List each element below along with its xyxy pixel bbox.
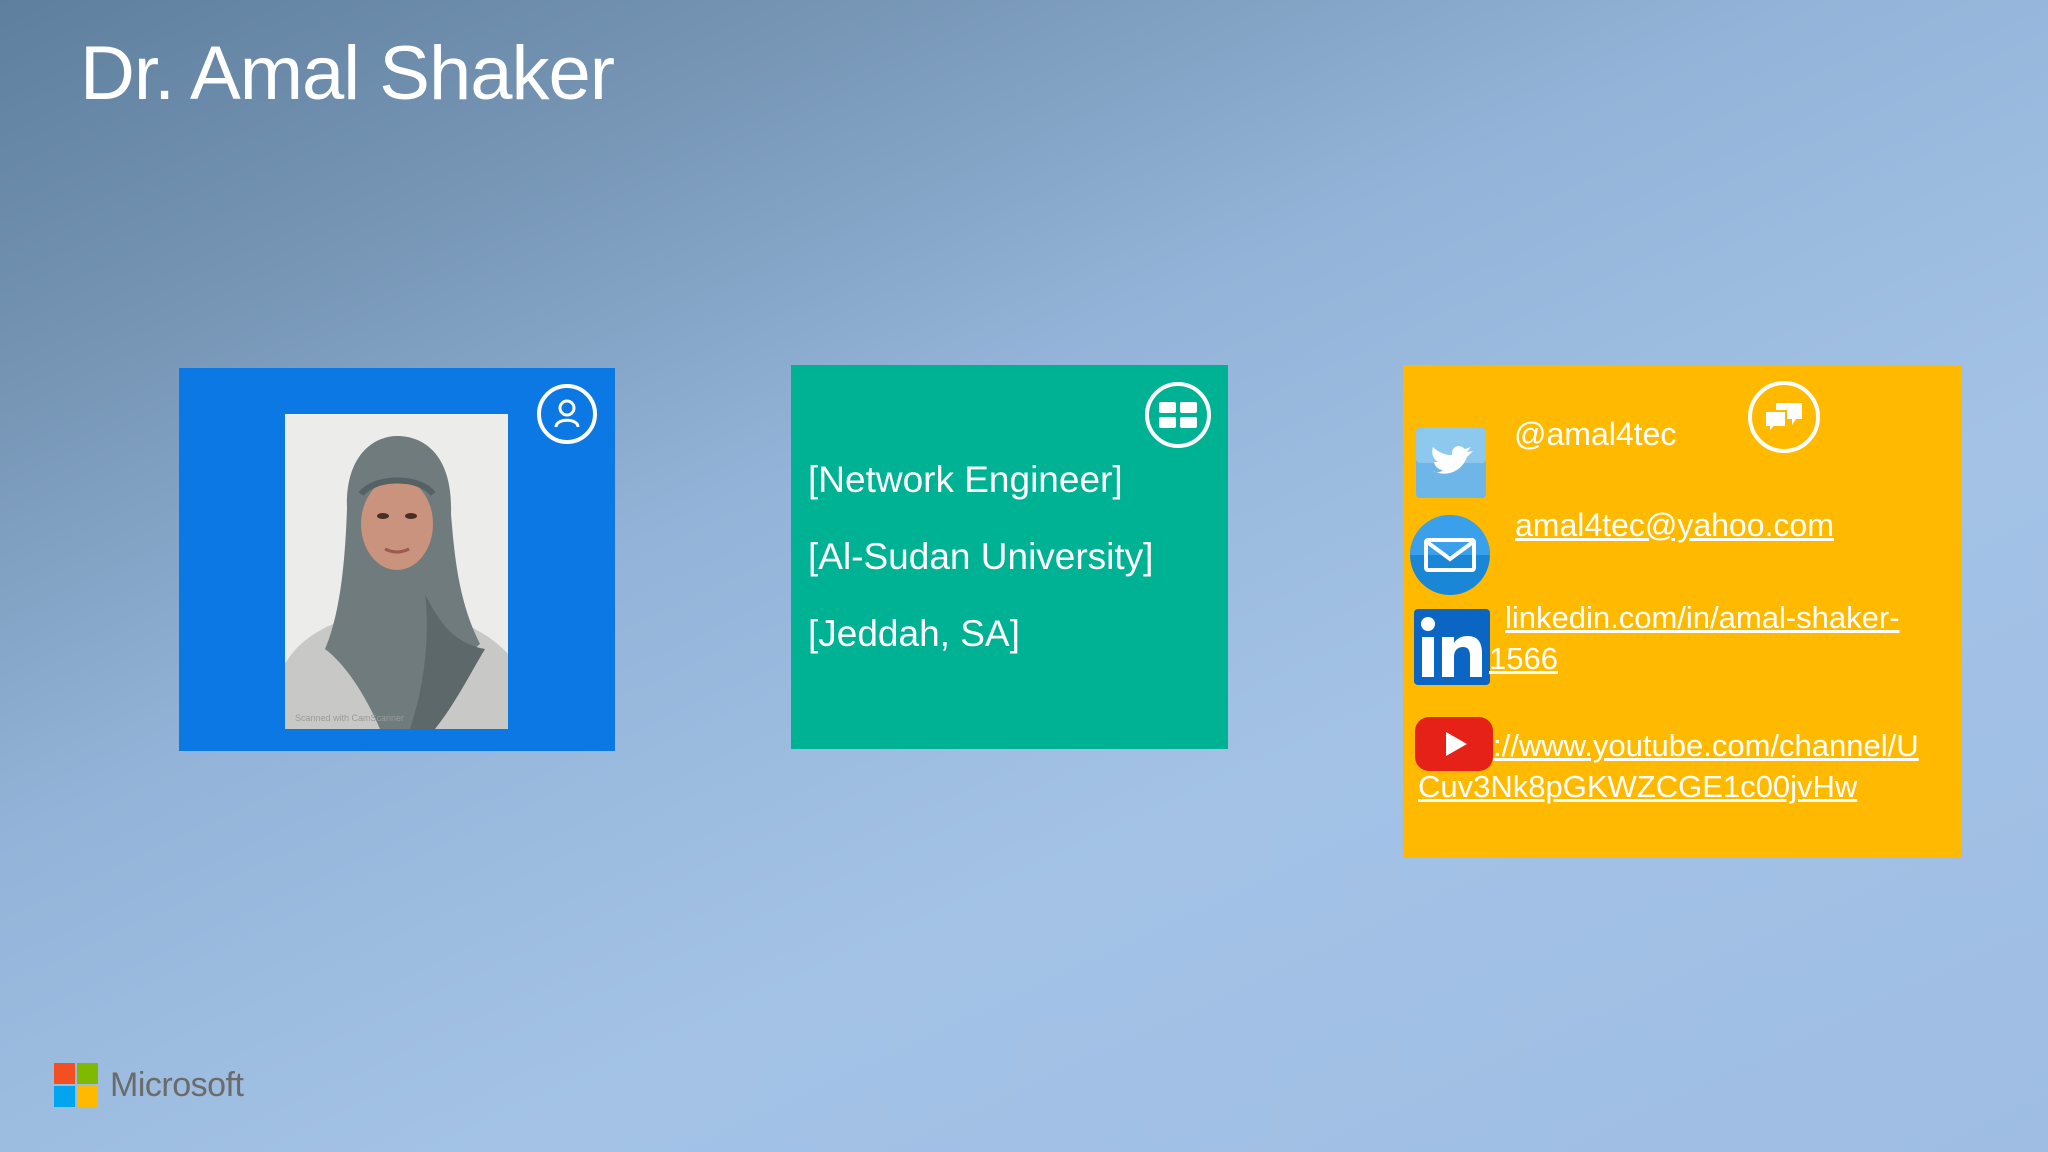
slide-title: Dr. Amal Shaker	[80, 31, 615, 116]
organization: [Al-Sudan University]	[808, 536, 1154, 577]
microsoft-logo-text: Microsoft	[110, 1065, 244, 1104]
youtube-icon[interactable]	[1415, 717, 1493, 776]
linkedin-icon[interactable]	[1414, 609, 1490, 690]
linkedin-link-line1[interactable]: linkedin.com/in/amal-shaker-	[1505, 600, 1900, 636]
job-title: [Network Engineer]	[808, 459, 1123, 500]
twitter-handle: @amal4tec	[1514, 416, 1677, 452]
chat-icon	[1748, 381, 1820, 453]
location: [Jeddah, SA]	[808, 613, 1020, 654]
grid-icon	[1145, 382, 1211, 448]
profile-photo: Scanned with CamScanner	[285, 414, 508, 729]
linkedin-link-line2[interactable]: 1566	[1489, 641, 1558, 677]
email-icon[interactable]	[1410, 515, 1490, 600]
youtube-link-line2[interactable]: Cuv3Nk8pGKWZCGE1c00jvHw	[1418, 769, 1857, 805]
contact-tile: @amal4tec amal4tec@yahoo.com linkedin.co…	[1403, 365, 1962, 858]
photo-tile: Scanned with CamScanner	[179, 368, 615, 751]
email-link[interactable]: amal4tec@yahoo.com	[1515, 507, 1834, 544]
microsoft-logo: Microsoft	[54, 1063, 244, 1107]
person-icon	[537, 384, 597, 444]
microsoft-logo-icon	[54, 1063, 98, 1107]
scan-watermark: Scanned with CamScanner	[295, 713, 405, 723]
info-tile: [Network Engineer] [Al-Sudan University]…	[791, 365, 1228, 749]
twitter-icon[interactable]	[1415, 427, 1487, 504]
youtube-link-line1[interactable]: ://www.youtube.com/channel/U	[1493, 728, 1919, 764]
